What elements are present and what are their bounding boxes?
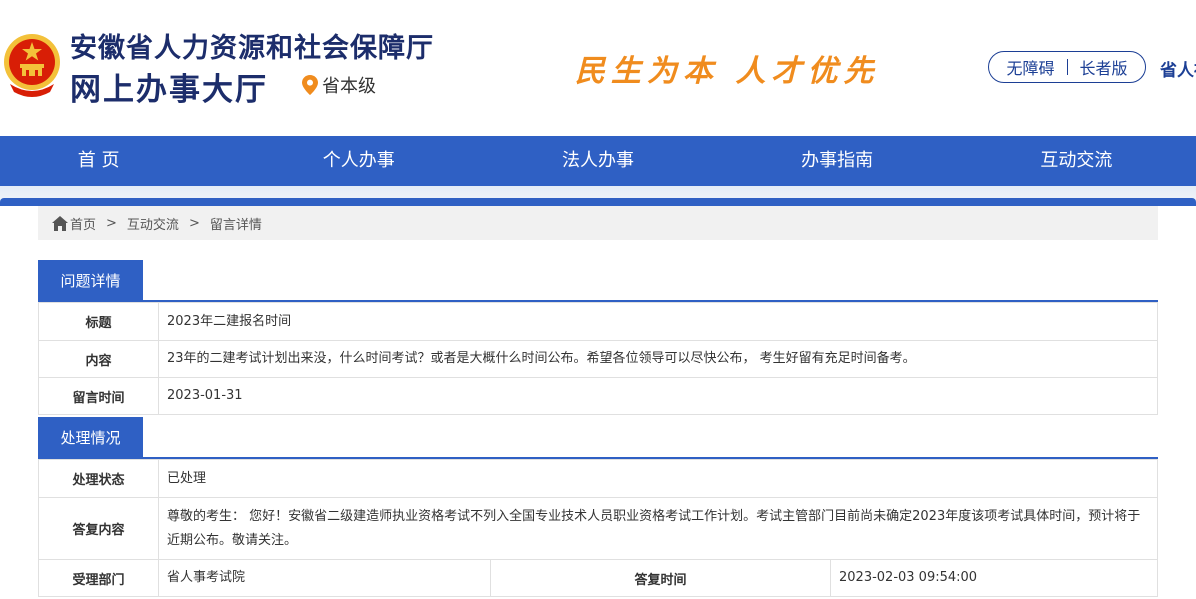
elder-mode-link[interactable]: 长者版: [1080, 55, 1128, 79]
breadcrumb-home[interactable]: 首页: [70, 214, 96, 233]
site-title: 安徽省人力资源和社会保障厅: [70, 33, 434, 64]
title-label: 标题: [38, 302, 159, 341]
status-value: 已处理: [158, 459, 1158, 498]
location-label: 省本级: [322, 76, 376, 97]
department-label: 受理部门: [38, 559, 159, 597]
table-row: 内容 23年的二建考试计划出来没，什么时间考试？或者是大概什么时间公布。希望各位…: [38, 340, 1158, 378]
nav-corporate[interactable]: 法人办事: [478, 136, 717, 186]
breadcrumb-separator: >: [106, 215, 117, 231]
breadcrumb: 首页 > 互动交流 > 留言详情: [38, 206, 1158, 240]
table-row: 受理部门 省人事考试院 答复时间 2023-02-03 09:54:00: [38, 559, 1158, 597]
breadcrumb-current: 留言详情: [209, 217, 262, 233]
question-section-title: 问题详情: [38, 260, 143, 302]
location-selector[interactable]: 省本级: [302, 72, 376, 98]
nav-interaction[interactable]: 互动交流: [957, 136, 1196, 186]
slogan: 民生为本 人才优先: [575, 54, 880, 89]
handling-section-title: 处理情况: [38, 417, 143, 459]
question-table: 标题 2023年二建报名时间 内容 23年的二建考试计划出来没，什么时间考试？或…: [38, 302, 1158, 415]
status-label: 处理状态: [38, 459, 159, 498]
message-time-value: 2023-01-31: [158, 377, 1158, 415]
main-nav: 首 页 个人办事 法人办事 办事指南 互动交流: [0, 136, 1196, 186]
decorative-band-line: [0, 198, 1196, 206]
nav-guide[interactable]: 办事指南: [718, 136, 957, 186]
handling-table: 处理状态 已处理 答复内容 尊敬的考生： 您好！安徽省二级建造师执业资格考试不列…: [38, 459, 1158, 597]
table-row: 处理状态 已处理: [38, 459, 1158, 498]
nav-home[interactable]: 首 页: [0, 136, 239, 186]
site-header: 安徽省人力资源和社会保障厅 网上办事大厅 省本级 民生为本 人才优先 无障碍 长…: [0, 0, 1196, 136]
reply-content-value: 尊敬的考生： 您好！安徽省二级建造师执业资格考试不列入全国专业技术人员职业资格考…: [158, 497, 1158, 560]
pill-divider: [1066, 59, 1068, 75]
reply-time-label: 答复时间: [490, 559, 831, 597]
home-icon: [52, 215, 68, 231]
department-value: 省人事考试院: [158, 559, 491, 597]
breadcrumb-interaction[interactable]: 互动交流: [127, 214, 179, 233]
handling-section-header: 处理情况: [38, 417, 1158, 459]
accessibility-link[interactable]: 无障碍: [1006, 55, 1054, 79]
reply-content-label: 答复内容: [38, 497, 159, 560]
table-row: 留言时间 2023-01-31: [38, 377, 1158, 415]
region-link[interactable]: 省人社: [1160, 56, 1196, 81]
breadcrumb-separator: >: [188, 215, 200, 231]
national-emblem-icon: [4, 34, 60, 97]
site-subtitle: 网上办事大厅: [70, 72, 268, 108]
content-label: 内容: [38, 340, 159, 378]
title-value: 2023年二建报名时间: [158, 302, 1158, 341]
message-time-label: 留言时间: [38, 377, 159, 415]
question-section-header: 问题详情: [38, 260, 1158, 302]
table-row: 答复内容 尊敬的考生： 您好！安徽省二级建造师执业资格考试不列入全国专业技术人员…: [38, 497, 1158, 560]
reply-time-value: 2023-02-03 09:54:00: [830, 559, 1158, 597]
accessibility-switch: 无障碍 长者版: [988, 51, 1146, 83]
table-row: 标题 2023年二建报名时间: [38, 302, 1158, 341]
content-value: 23年的二建考试计划出来没，什么时间考试？或者是大概什么时间公布。希望各位领导可…: [158, 340, 1158, 378]
location-pin-icon: [302, 75, 318, 95]
nav-personal[interactable]: 个人办事: [239, 136, 478, 186]
